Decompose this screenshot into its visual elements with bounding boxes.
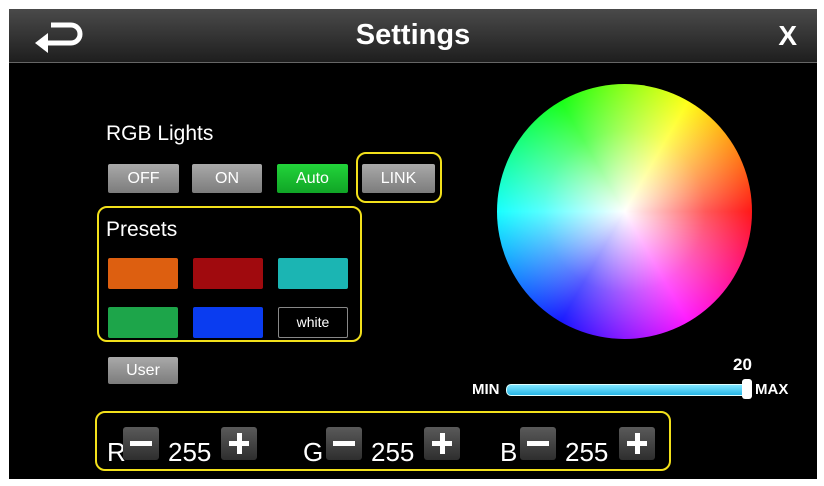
minus-icon — [130, 441, 152, 446]
rgb-lights-label: RGB Lights — [106, 122, 214, 145]
title-bar: Settings X — [9, 9, 817, 63]
plus-icon-vertical — [634, 433, 640, 454]
brightness-slider-thumb[interactable] — [742, 379, 752, 399]
b-value: 255 — [565, 437, 609, 467]
color-wheel[interactable] — [497, 84, 752, 339]
g-value: 255 — [371, 437, 415, 467]
r-value: 255 — [168, 437, 212, 467]
off-button[interactable]: OFF — [108, 164, 179, 193]
brightness-slider[interactable] — [506, 384, 751, 396]
preset-blue[interactable] — [193, 307, 263, 338]
g-label: G — [303, 437, 324, 467]
settings-screen: Settings X RGB Lights OFF ON Auto LINK P… — [9, 9, 817, 479]
b-minus-button[interactable] — [520, 427, 556, 460]
preset-teal[interactable] — [278, 258, 348, 289]
b-label: B — [500, 437, 518, 467]
return-arrow-icon — [35, 22, 83, 53]
link-button[interactable]: LINK — [362, 164, 435, 193]
minus-icon — [527, 441, 549, 446]
preset-red[interactable] — [193, 258, 263, 289]
r-plus-button[interactable] — [221, 427, 257, 460]
plus-icon-vertical — [439, 433, 445, 454]
page-title: Settings — [355, 19, 471, 51]
b-plus-button[interactable] — [619, 427, 655, 460]
color-wheel-center — [497, 84, 752, 339]
auto-button[interactable]: Auto — [277, 164, 348, 193]
brightness-value: 20 — [733, 355, 752, 374]
minus-icon — [333, 441, 355, 446]
preset-orange[interactable] — [108, 258, 178, 289]
preset-green[interactable] — [108, 307, 178, 338]
on-button[interactable]: ON — [192, 164, 262, 193]
user-button[interactable]: User — [108, 357, 178, 384]
plus-icon-vertical — [236, 433, 242, 454]
back-button[interactable] — [31, 19, 87, 53]
slider-min-label: MIN — [472, 381, 500, 398]
r-minus-button[interactable] — [123, 427, 159, 460]
g-plus-button[interactable] — [424, 427, 460, 460]
g-minus-button[interactable] — [326, 427, 362, 460]
preset-white[interactable]: white — [278, 307, 348, 338]
presets-label: Presets — [106, 218, 178, 241]
close-button[interactable]: X — [778, 9, 797, 62]
slider-max-label: MAX — [755, 381, 789, 398]
